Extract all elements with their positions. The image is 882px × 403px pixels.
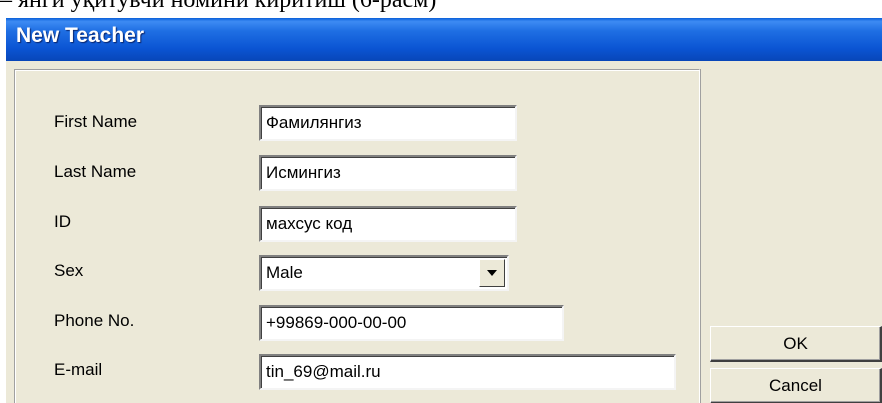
dialog-client-area: First Name Фамилянгиз Last Name Исмингиз… (6, 61, 882, 403)
title-bar[interactable]: New Teacher (6, 18, 882, 61)
email-field[interactable]: tin_69@mail.ru (259, 354, 676, 390)
sex-select-value: Male (266, 263, 303, 282)
last-name-field[interactable]: Исмингиз (259, 155, 517, 191)
id-field[interactable]: махсус код (259, 206, 517, 242)
sex-label: Sex (54, 261, 84, 280)
last-name-label: Last Name (54, 162, 137, 181)
id-label: ID (54, 212, 71, 231)
sex-select[interactable]: Male (259, 255, 509, 291)
email-label: E-mail (54, 360, 103, 379)
window-title: New Teacher (16, 24, 144, 47)
phone-label: Phone No. (54, 311, 135, 330)
first-name-label: First Name (54, 112, 138, 131)
document-text-line: – янги ўқитувчи номини киритиш (6-расм) (0, 0, 882, 12)
chevron-down-icon[interactable] (479, 259, 505, 287)
first-name-field[interactable]: Фамилянгиз (259, 105, 517, 141)
ok-button[interactable]: OK (710, 326, 882, 362)
cancel-button[interactable]: Cancel (710, 368, 882, 403)
phone-field[interactable]: +99869-000-00-00 (259, 305, 564, 341)
new-teacher-dialog: New Teacher First Name Фамилянгиз Last N… (6, 18, 882, 403)
